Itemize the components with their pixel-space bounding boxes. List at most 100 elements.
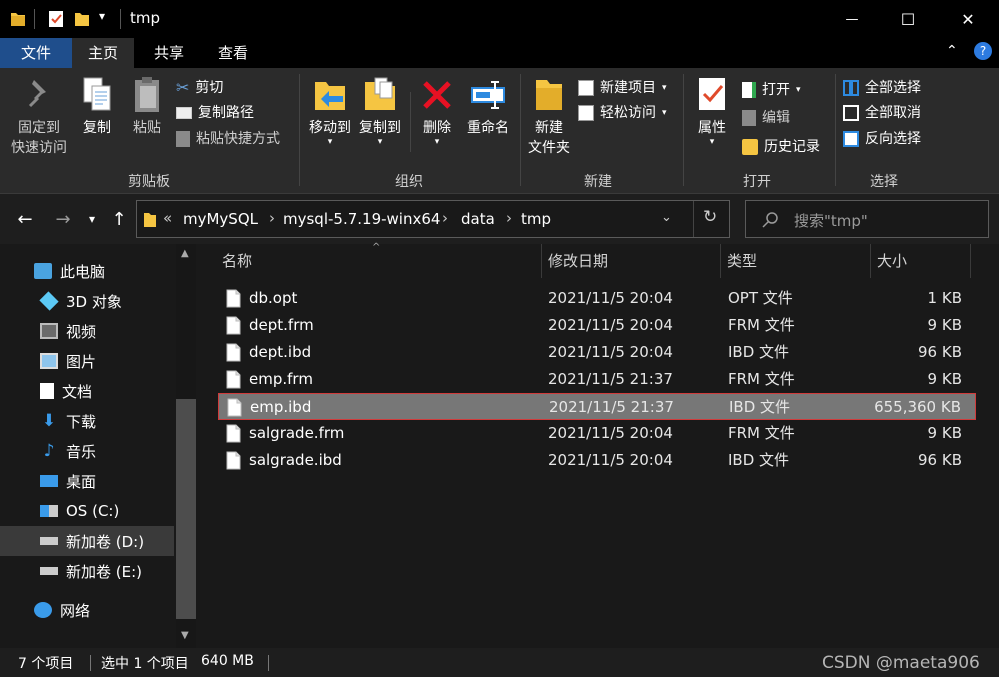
breadcrumb-data[interactable]: data: [461, 210, 495, 228]
column-divider[interactable]: [720, 244, 721, 278]
properties-dropdown-icon: ▾: [709, 137, 715, 147]
nav-item-music[interactable]: ♪ 音乐: [0, 436, 174, 466]
breadcrumb-mysql[interactable]: mysql-5.7.19-winx64: [283, 210, 440, 228]
paste-shortcut-label: 粘贴快捷方式: [196, 131, 280, 147]
overflow-chevron-icon[interactable]: «: [163, 209, 172, 227]
refresh-icon[interactable]: ↻: [703, 207, 717, 227]
nav-item-drive-c[interactable]: OS (C:): [0, 496, 174, 526]
nav-item-desktop[interactable]: 桌面: [0, 466, 174, 496]
tab-view[interactable]: 查看: [202, 38, 264, 68]
nav-item-network[interactable]: 网络: [0, 595, 174, 625]
select-all-button[interactable]: 全部选择: [843, 76, 921, 100]
search-icon: [762, 212, 778, 228]
delete-button[interactable]: 删除 ▾: [416, 76, 458, 147]
search-input[interactable]: 搜索"tmp": [745, 200, 989, 238]
column-divider[interactable]: [870, 244, 871, 278]
file-name: dept.frm: [249, 316, 314, 334]
nav-item-documents[interactable]: 文档: [0, 376, 174, 406]
file-date: 2021/11/5 20:04: [548, 343, 673, 361]
address-bar[interactable]: « myMySQL › mysql-5.7.19-winx64 › data ›…: [136, 200, 730, 238]
organize-inner-separator: [410, 92, 411, 152]
file-row[interactable]: dept.frm 2021/11/5 20:04 FRM 文件 9 KB: [218, 312, 976, 339]
properties-button[interactable]: 属性 ▾: [689, 76, 735, 147]
file-list: ^ 名称 修改日期 类型 大小 db.opt 2021/11/5 20:04 OPT…: [196, 242, 999, 648]
rename-icon: [471, 81, 505, 109]
nav-item-this-pc[interactable]: 此电脑: [0, 256, 174, 286]
nav-item-downloads[interactable]: ⬇ 下载: [0, 406, 174, 436]
file-row[interactable]: salgrade.frm 2021/11/5 20:04 FRM 文件 9 KB: [218, 420, 976, 447]
forward-button[interactable]: →: [50, 204, 76, 234]
scroll-down-icon[interactable]: ▼: [181, 630, 189, 641]
open-button[interactable]: 打开 ▾: [742, 78, 801, 102]
tab-file[interactable]: 文件: [0, 38, 72, 68]
maximize-button[interactable]: ☐: [880, 0, 936, 38]
pin-quick-access-button[interactable]: 固定到 快速访问: [8, 76, 70, 158]
file-row[interactable]: emp.ibd 2021/11/5 21:37 IBD 文件 655,360 KB: [218, 393, 976, 420]
help-icon[interactable]: ?: [974, 42, 992, 60]
new-folder-label-2: 文件夹: [528, 140, 570, 156]
back-arrow-icon: ←: [17, 208, 33, 230]
paste-button[interactable]: 粘贴: [124, 76, 170, 138]
easy-access-label: 轻松访问: [600, 105, 656, 121]
folder-icon: [11, 13, 25, 26]
properties-check-icon[interactable]: [48, 10, 64, 28]
breadcrumb-separator[interactable]: ›: [506, 209, 512, 227]
column-divider[interactable]: [970, 244, 971, 278]
invert-selection-button[interactable]: 反向选择: [843, 127, 921, 151]
move-to-button[interactable]: 移动到 ▾: [306, 76, 354, 147]
address-dropdown-icon[interactable]: ⌄: [661, 210, 672, 225]
file-row[interactable]: emp.frm 2021/11/5 21:37 FRM 文件 9 KB: [218, 366, 976, 393]
qat-dropdown[interactable]: ▾: [99, 9, 105, 23]
history-button[interactable]: 历史记录: [742, 135, 820, 159]
close-button[interactable]: ✕: [940, 0, 996, 38]
breadcrumb-mymysql[interactable]: myMySQL: [183, 210, 258, 228]
column-header-name[interactable]: 名称: [222, 244, 252, 278]
file-date: 2021/11/5 20:04: [548, 451, 673, 469]
paste-shortcut-button[interactable]: 粘贴快捷方式: [176, 127, 280, 151]
scissors-icon: ✂: [176, 78, 190, 97]
easy-access-button[interactable]: 轻松访问 ▾: [578, 101, 667, 125]
nav-scrollbar[interactable]: ▲ ▼: [176, 244, 196, 648]
copy-path-button[interactable]: 复制路径: [176, 101, 254, 125]
recent-locations-button[interactable]: ▾: [82, 204, 102, 234]
file-row[interactable]: dept.ibd 2021/11/5 20:04 IBD 文件 96 KB: [218, 339, 976, 366]
nav-item-drive-e[interactable]: 新加卷 (E:): [0, 556, 174, 586]
minimize-button[interactable]: —: [824, 0, 880, 38]
file-row[interactable]: db.opt 2021/11/5 20:04 OPT 文件 1 KB: [218, 285, 976, 312]
nav-item-pictures[interactable]: 图片: [0, 346, 174, 376]
selection-size: 640 MB: [201, 653, 254, 669]
copy-button[interactable]: 复制: [74, 76, 120, 138]
tab-home[interactable]: 主页: [72, 38, 134, 68]
column-header-date[interactable]: 修改日期: [548, 244, 608, 278]
column-header-size[interactable]: 大小: [877, 244, 907, 278]
new-item-button[interactable]: 新建项目 ▾: [578, 76, 667, 100]
breadcrumb-tmp[interactable]: tmp: [521, 210, 551, 228]
nav-scrollbar-thumb[interactable]: [176, 399, 196, 619]
item-count: 7 个项目: [18, 656, 74, 672]
collapse-ribbon-icon[interactable]: ⌃: [946, 43, 958, 59]
file-date: 2021/11/5 21:37: [549, 398, 674, 416]
edit-button[interactable]: 编辑: [742, 106, 790, 130]
download-icon: ⬇: [41, 411, 57, 431]
new-folder-quick-icon[interactable]: [74, 10, 90, 28]
nav-item-label: 下载: [66, 412, 97, 431]
rename-button[interactable]: 重命名: [462, 76, 514, 138]
copy-to-button[interactable]: 复制到 ▾: [356, 76, 404, 147]
file-row[interactable]: salgrade.ibd 2021/11/5 20:04 IBD 文件 96 KB: [218, 447, 976, 474]
back-button[interactable]: ←: [12, 204, 38, 234]
tab-share[interactable]: 共享: [138, 38, 200, 68]
select-none-button[interactable]: 全部取消: [843, 101, 921, 125]
nav-item-3d-objects[interactable]: 3D 对象: [0, 286, 174, 316]
nav-item-videos[interactable]: 视频: [0, 316, 174, 346]
windows-drive-icon: [40, 505, 58, 517]
breadcrumb-separator[interactable]: ›: [269, 209, 275, 227]
new-folder-button[interactable]: 新建 文件夹: [524, 76, 574, 158]
nav-item-drive-d[interactable]: 新加卷 (D:): [0, 526, 174, 556]
column-divider[interactable]: [541, 244, 542, 278]
column-header-type[interactable]: 类型: [727, 244, 757, 278]
cut-button[interactable]: ✂ 剪切: [176, 76, 223, 100]
breadcrumb-separator[interactable]: ›: [442, 209, 448, 227]
up-button[interactable]: ↑: [106, 204, 132, 234]
scroll-up-icon[interactable]: ▲: [181, 248, 189, 259]
ribbon: 固定到 快速访问 复制 粘贴 ✂ 剪切 复制路径 粘贴快捷方式 剪贴板 移动到 …: [0, 68, 999, 194]
